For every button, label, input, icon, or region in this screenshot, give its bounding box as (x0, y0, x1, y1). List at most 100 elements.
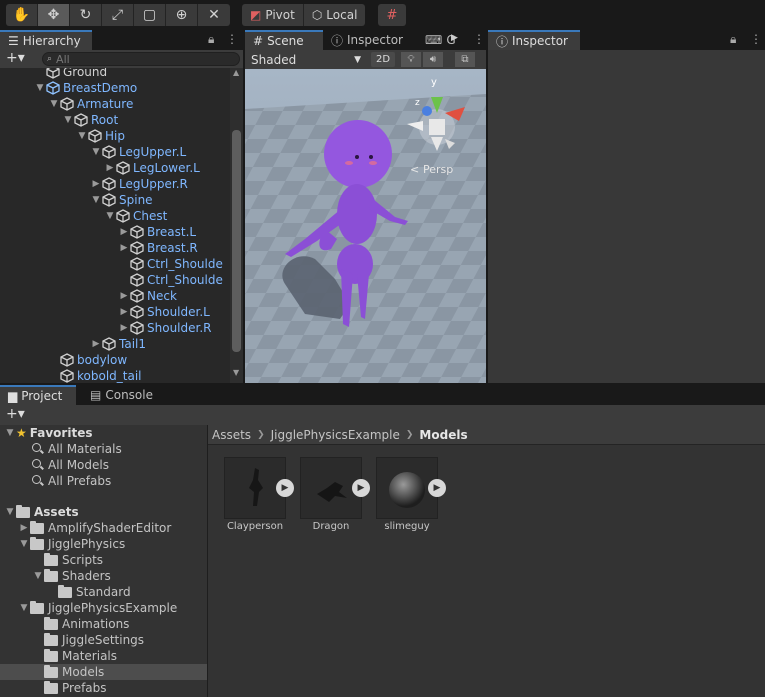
rotate-tool-icon[interactable]: ↻ (70, 4, 102, 26)
chevron-right-icon[interactable]: ▶ (90, 339, 102, 349)
more-icon[interactable]: ⋮ (750, 32, 762, 46)
hierarchy-item[interactable]: ▼ LegUpper.L (90, 144, 187, 160)
hierarchy-item[interactable]: ▶ LegUpper.R (90, 176, 188, 192)
hierarchy-item[interactable]: ▶ Shoulder.R (118, 320, 212, 336)
scale-tool-icon[interactable]: ⤢ (102, 4, 134, 26)
tab-inspector-secondary[interactable]: ⓘ Inspector (323, 30, 411, 50)
hierarchy-item[interactable]: ▶ LegLower.L (104, 160, 200, 176)
audio-icon[interactable]: 🔊︎ (423, 52, 443, 67)
hierarchy-item[interactable]: Ctrl_Shoulde (118, 272, 223, 288)
local-button[interactable]: ⬡ Local (304, 4, 366, 26)
chevron-down-icon[interactable]: ▼ (90, 147, 102, 157)
tab-scroll-right-icon[interactable]: ▶ (451, 33, 458, 43)
hierarchy-item[interactable]: ▶ Shoulder.L (118, 304, 210, 320)
breadcrumb-item[interactable]: JigglePhysicsExample (271, 428, 400, 442)
add-icon[interactable]: +▾ (6, 50, 25, 66)
hierarchy-item[interactable]: ▼ Chest (104, 208, 168, 224)
breadcrumb-item-current[interactable]: Models (419, 428, 467, 442)
tab-hierarchy[interactable]: ☰ Hierarchy (0, 30, 92, 50)
asset-tile[interactable]: ▶ slimeguy (376, 457, 446, 537)
custom-tool-icon[interactable]: ✕ (198, 4, 230, 26)
play-preview-icon[interactable]: ▶ (352, 479, 370, 497)
play-preview-icon[interactable]: ▶ (428, 479, 446, 497)
hierarchy-search-field[interactable]: ⌕ All (42, 52, 240, 66)
hierarchy-item[interactable]: kobold_tail (48, 368, 142, 383)
2d-toggle-button[interactable]: 2D (371, 52, 395, 67)
folder-tree-item[interactable]: Models (0, 664, 207, 680)
chevron-right-icon[interactable]: ▶ (104, 163, 116, 173)
lock-icon[interactable]: 🔒︎ (730, 32, 736, 47)
more-icon[interactable]: ⋮ (473, 32, 485, 46)
lock-icon[interactable]: 🔒︎ (208, 32, 214, 47)
hierarchy-item[interactable]: ▶ Tail1 (90, 336, 146, 352)
more-icon[interactable]: ⋮ (226, 32, 238, 46)
folder-tree-item[interactable]: ▶ AmplifyShaderEditor (18, 520, 171, 536)
scroll-up-icon[interactable]: ▲ (233, 68, 239, 77)
chevron-right-icon[interactable]: ▶ (118, 243, 130, 253)
favorite-item[interactable]: All Prefabs (32, 473, 111, 489)
chevron-down-icon[interactable]: ▼ (32, 571, 44, 581)
chevron-down-icon[interactable]: ▼ (18, 603, 30, 613)
hierarchy-item[interactable]: ▶ Neck (118, 288, 177, 304)
chevron-down-icon[interactable]: ▼ (90, 195, 102, 205)
pivot-button[interactable]: ◩ Pivot (242, 4, 304, 26)
hierarchy-item[interactable]: ▼ Hip (76, 128, 125, 144)
chevron-right-icon[interactable]: ▶ (118, 307, 130, 317)
chevron-right-icon[interactable]: ▶ (18, 523, 30, 533)
assets-header[interactable]: ▼ Assets (4, 504, 79, 520)
chevron-right-icon[interactable]: ▶ (118, 323, 130, 333)
asset-tile[interactable]: ▶ Clayperson (224, 457, 294, 537)
chevron-down-icon[interactable]: ▼ (62, 115, 74, 125)
transform-tool-icon[interactable]: ⊕ (166, 4, 198, 26)
lighting-icon[interactable]: 💡︎ (401, 52, 421, 67)
move-tool-icon[interactable]: ✥ (38, 4, 70, 26)
chevron-down-icon[interactable]: ▼ (76, 131, 88, 141)
tab-project[interactable]: ▆ Project (0, 385, 76, 405)
hand-tool-icon[interactable]: ✋ (6, 4, 38, 26)
add-icon[interactable]: +▾ (6, 406, 25, 422)
asset-tile[interactable]: ▶ Dragon (300, 457, 370, 537)
chevron-down-icon[interactable]: ▼ (104, 211, 116, 221)
grid-snap-button[interactable]: # (378, 4, 406, 26)
folder-tree-item[interactable]: ▼ JigglePhysicsExample (18, 600, 177, 616)
hierarchy-item[interactable]: bodylow (48, 352, 127, 368)
shading-mode-dropdown[interactable]: Shaded ▼ (247, 51, 365, 68)
folder-tree-item[interactable]: Animations (32, 616, 129, 632)
folder-tree-item[interactable]: Standard (46, 584, 131, 600)
hierarchy-scrollbar[interactable]: ▲ ▼ (230, 68, 243, 383)
favorite-item[interactable]: All Materials (32, 441, 122, 457)
folder-tree-item[interactable]: Scripts (32, 552, 103, 568)
play-preview-icon[interactable]: ▶ (276, 479, 294, 497)
breadcrumb-item[interactable]: Assets (212, 428, 251, 442)
chevron-down-icon[interactable]: ▼ (48, 99, 60, 109)
hierarchy-item[interactable]: ▼ Armature (48, 96, 134, 112)
scene-viewport[interactable]: y z < Persp (245, 69, 486, 383)
folder-tree-item[interactable]: Prefabs (32, 680, 107, 696)
hierarchy-item[interactable]: ▶ Breast.L (118, 224, 197, 240)
folder-tree-item[interactable]: Materials (32, 648, 117, 664)
favorites-header[interactable]: ▼ ★ Favorites (4, 425, 93, 441)
hierarchy-item[interactable]: Ctrl_Shoulde (118, 256, 223, 272)
chevron-down-icon[interactable]: ▼ (18, 539, 30, 549)
folder-tree-item[interactable]: JiggleSettings (32, 632, 144, 648)
tab-inspector[interactable]: ⓘ Inspector (488, 30, 580, 50)
chevron-right-icon[interactable]: ▶ (118, 227, 130, 237)
effects-icon[interactable]: ⧉ (455, 52, 475, 67)
favorite-item[interactable]: All Models (32, 457, 109, 473)
chevron-right-icon[interactable]: ▶ (118, 291, 130, 301)
tab-console[interactable]: ▤ Console (82, 385, 161, 405)
hierarchy-item[interactable]: ▶ Breast.R (118, 240, 198, 256)
folder-tree-item[interactable]: ▼ JigglePhysics (18, 536, 125, 552)
scroll-down-icon[interactable]: ▼ (233, 368, 239, 377)
tab-scene[interactable]: # Scene (245, 30, 323, 50)
chevron-down-icon[interactable]: ▼ (34, 83, 46, 93)
hierarchy-item[interactable]: ▼ Spine (90, 192, 153, 208)
hierarchy-item[interactable]: ▼ BreastDemo (34, 80, 138, 96)
hierarchy-item[interactable]: ▼ Root (62, 112, 119, 128)
scroll-thumb[interactable] (232, 130, 241, 352)
chevron-right-icon[interactable]: ▶ (90, 179, 102, 189)
hierarchy-item[interactable]: Ground (34, 68, 107, 80)
folder-tree-item[interactable]: ▼ Shaders (32, 568, 111, 584)
rect-tool-icon[interactable]: ▢ (134, 4, 166, 26)
persp-label[interactable]: Persp (423, 163, 453, 176)
